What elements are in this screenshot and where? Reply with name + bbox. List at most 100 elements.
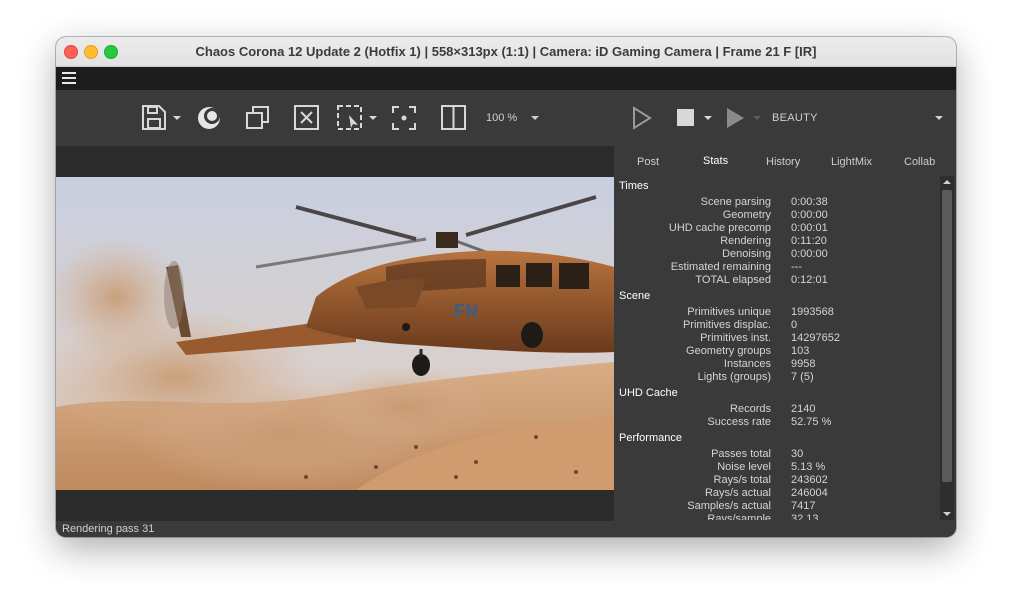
copy-button[interactable]: [244, 104, 272, 132]
split-view-icon: [441, 105, 466, 130]
stat-value: 14297652: [791, 332, 840, 344]
title-bar[interactable]: Chaos Corona 12 Update 2 (Hotfix 1) | 55…: [56, 37, 956, 67]
scroll-up-icon: [943, 180, 951, 184]
scroll-thumb[interactable]: [942, 190, 952, 482]
svg-text:FN: FN: [454, 301, 478, 321]
stat-value: 5.13 %: [791, 461, 826, 473]
focus-icon: [392, 106, 416, 130]
stat-value: 246004: [791, 487, 828, 499]
stat-value: 0:00:38: [791, 196, 828, 208]
clear-button[interactable]: [293, 104, 321, 132]
copy-icon: [246, 106, 269, 129]
stat-value: 7 (5): [791, 371, 814, 383]
stats-scrollbar[interactable]: [940, 176, 954, 520]
zoom-value: 100 %: [486, 112, 518, 124]
chevron-down-icon: [935, 116, 943, 120]
stat-label: Scene parsing: [700, 196, 771, 208]
status-bar: Rendering pass 31: [56, 521, 614, 537]
stat-label: Primitives displac.: [682, 319, 771, 331]
chevron-down-icon: [173, 116, 181, 120]
app-window: Chaos Corona 12 Update 2 (Hotfix 1) | 55…: [56, 37, 956, 537]
stat-value: 30: [791, 448, 804, 460]
stat-value: 243602: [791, 474, 828, 486]
stat-value: ---: [791, 261, 802, 273]
stat-label: Estimated remaining: [670, 261, 771, 273]
stat-value: 9958: [791, 358, 816, 370]
section-title-uhd: UHD Cache: [619, 387, 678, 399]
stat-label: Success rate: [707, 416, 771, 428]
play-outline-icon: [633, 106, 652, 130]
status-text: Rendering pass 31: [62, 523, 155, 535]
start-render-button[interactable]: [630, 104, 656, 132]
stat-value: 0:00:01: [791, 222, 828, 234]
render-viewport[interactable]: FN: [56, 146, 614, 521]
stat-label: Geometry: [722, 209, 771, 221]
stat-label: Rendering: [720, 235, 771, 247]
stat-label: Noise level: [717, 461, 771, 473]
render-element-chevron[interactable]: [934, 114, 944, 122]
stat-label: UHD cache precomp: [668, 222, 771, 234]
chevron-down-icon: [753, 116, 761, 120]
side-panel: Post Stats History LightMix Collab Times…: [614, 146, 956, 537]
stat-label: Rays/sample: [707, 513, 771, 520]
stat-value: 0:00:00: [791, 209, 828, 221]
stat-label: Passes total: [711, 448, 771, 460]
stats-list: Times Scene parsing 0:00:38 Geometry 0:00:00…: [614, 176, 939, 520]
render-element-dropdown[interactable]: BEAUTY: [772, 112, 818, 124]
region-select-icon: [337, 105, 377, 130]
tab-stats[interactable]: Stats: [703, 155, 728, 167]
tab-collab[interactable]: Collab: [904, 156, 935, 168]
section-title-performance: Performance: [619, 432, 682, 444]
stat-label: Lights (groups): [697, 371, 771, 383]
stat-value: 0:11:20: [791, 235, 827, 247]
menu-bar: [56, 67, 956, 90]
chevron-down-icon: [704, 116, 712, 120]
stat-label: Instances: [723, 358, 771, 370]
tab-history[interactable]: History: [766, 156, 800, 168]
render-element-value: BEAUTY: [772, 112, 818, 124]
stop-icon: [677, 109, 712, 126]
stat-value: 2140: [791, 403, 816, 415]
stat-value: 7417: [791, 500, 816, 512]
stat-label: Denoising: [722, 248, 771, 260]
toolbar: 100 % BEAUTY: [56, 90, 956, 146]
stat-label: Geometry groups: [686, 345, 771, 357]
stat-value: 32.13: [791, 513, 819, 520]
stat-value: 1993568: [791, 306, 834, 318]
stop-render-button[interactable]: [674, 104, 718, 132]
zoom-dropdown[interactable]: 100 %: [486, 112, 540, 124]
focus-button[interactable]: [390, 104, 418, 132]
corona-logo-button[interactable]: [196, 104, 224, 132]
stat-value: 0: [791, 319, 798, 331]
chevron-down-icon: [369, 116, 377, 120]
tab-lightmix[interactable]: LightMix: [831, 156, 872, 168]
compare-button[interactable]: [440, 104, 468, 132]
section-title-times: Times: [619, 180, 649, 192]
save-icon: [142, 105, 181, 130]
chevron-down-icon: [531, 116, 540, 121]
render-image: FN: [56, 177, 614, 490]
stat-label: Rays/s actual: [704, 487, 771, 499]
corona-logo-icon: [198, 107, 220, 129]
save-button[interactable]: [140, 104, 184, 132]
scroll-down-icon: [943, 512, 951, 516]
interactive-render-button[interactable]: [724, 104, 768, 132]
stat-label: Records: [730, 403, 771, 415]
region-render-button[interactable]: [336, 104, 380, 132]
stat-value: 103: [791, 345, 810, 357]
window-title: Chaos Corona 12 Update 2 (Hotfix 1) | 55…: [195, 44, 817, 59]
panel-tabs: Post Stats History LightMix Collab: [614, 146, 956, 176]
stat-value: 52.75 %: [791, 416, 832, 428]
stat-value: 0:00:00: [791, 248, 828, 260]
stat-label: TOTAL elapsed: [695, 274, 771, 286]
clear-x-icon: [294, 105, 319, 130]
play-icon: [727, 108, 761, 128]
stat-label: Primitives unique: [687, 306, 771, 318]
tab-post[interactable]: Post: [637, 156, 659, 168]
stat-label: Samples/s actual: [687, 500, 771, 512]
stat-label: Rays/s total: [713, 474, 771, 486]
stat-label: Primitives inst.: [700, 332, 771, 344]
hamburger-menu-icon[interactable]: [62, 72, 76, 84]
section-title-scene: Scene: [619, 290, 651, 302]
stat-value: 0:12:01: [791, 274, 828, 286]
